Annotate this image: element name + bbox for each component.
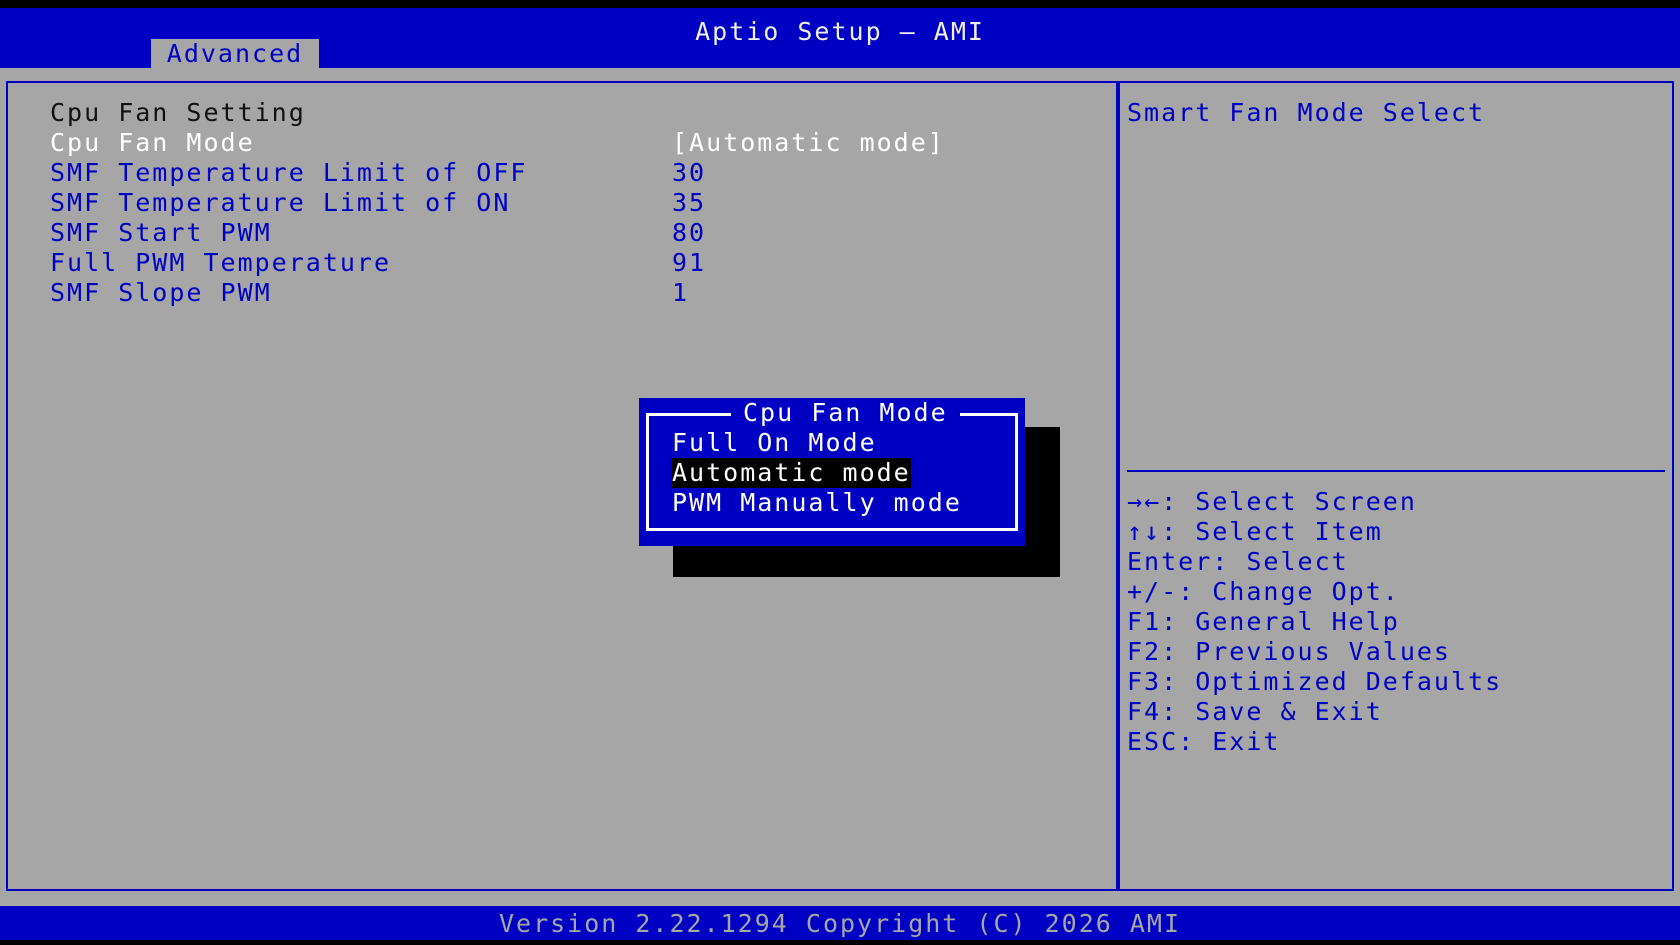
setting-smf-temp-limit-off[interactable]: SMF Temperature Limit of OFF [50,158,527,188]
setting-smf-slope-pwm[interactable]: SMF Slope PWM [50,278,272,308]
footer-bar: Version 2.22.1294 Copyright (C) 2026 AMI [0,906,1680,940]
popup-option-automatic-mode[interactable]: Automatic mode [672,458,911,488]
setting-smf-temp-limit-on-value[interactable]: 35 [672,188,706,218]
key-legend: →←: Select Screen ↑↓: Select Item Enter:… [1127,487,1502,757]
bios-screen: Aptio Setup – AMI Advanced Cpu Fan Setti… [0,0,1680,945]
panel-divider [1117,81,1120,891]
setting-smf-temp-limit-on[interactable]: SMF Temperature Limit of ON [50,188,510,218]
key-select-screen: →←: Select Screen [1127,487,1417,516]
help-description: Smart Fan Mode Select [1127,98,1486,127]
key-optimized-defaults: F3: Optimized Defaults [1127,667,1503,696]
key-enter-select: Enter: Select [1127,547,1349,576]
setting-smf-start-pwm-value[interactable]: 80 [672,218,706,248]
setting-smf-slope-pwm-value[interactable]: 1 [672,278,689,308]
tab-advanced[interactable]: Advanced [151,39,319,68]
section-title: Cpu Fan Setting [50,98,306,127]
key-select-item: ↑↓: Select Item [1127,517,1383,546]
cpu-fan-mode-popup: Cpu Fan Mode Full On Mode Automatic mode… [639,398,1025,546]
setting-full-pwm-temperature-value[interactable]: 91 [672,248,706,278]
top-strip [0,0,1680,8]
popup-option-full-on-mode[interactable]: Full On Mode [672,428,877,458]
help-panel [1118,81,1674,891]
key-previous-values: F2: Previous Values [1127,637,1451,666]
key-change-opt: +/-: Change Opt. [1127,577,1400,606]
setting-smf-start-pwm[interactable]: SMF Start PWM [50,218,272,248]
setting-smf-temp-limit-off-value[interactable]: 30 [672,158,706,188]
popup-title: Cpu Fan Mode [731,398,960,428]
help-separator [1127,470,1665,472]
setting-full-pwm-temperature[interactable]: Full PWM Temperature [50,248,391,278]
key-save-exit: F4: Save & Exit [1127,697,1383,726]
version-text: Version 2.22.1294 Copyright (C) 2026 AMI [498,909,1182,938]
setting-cpu-fan-mode[interactable]: Cpu Fan Mode [50,128,255,158]
bottom-strip [0,940,1680,945]
key-general-help: F1: General Help [1127,607,1400,636]
header-bar: Aptio Setup – AMI Advanced [0,8,1680,68]
setting-cpu-fan-mode-value[interactable]: [Automatic mode] [672,128,945,158]
key-esc-exit: ESC: Exit [1127,727,1281,756]
popup-option-pwm-manually-mode[interactable]: PWM Manually mode [672,488,962,518]
